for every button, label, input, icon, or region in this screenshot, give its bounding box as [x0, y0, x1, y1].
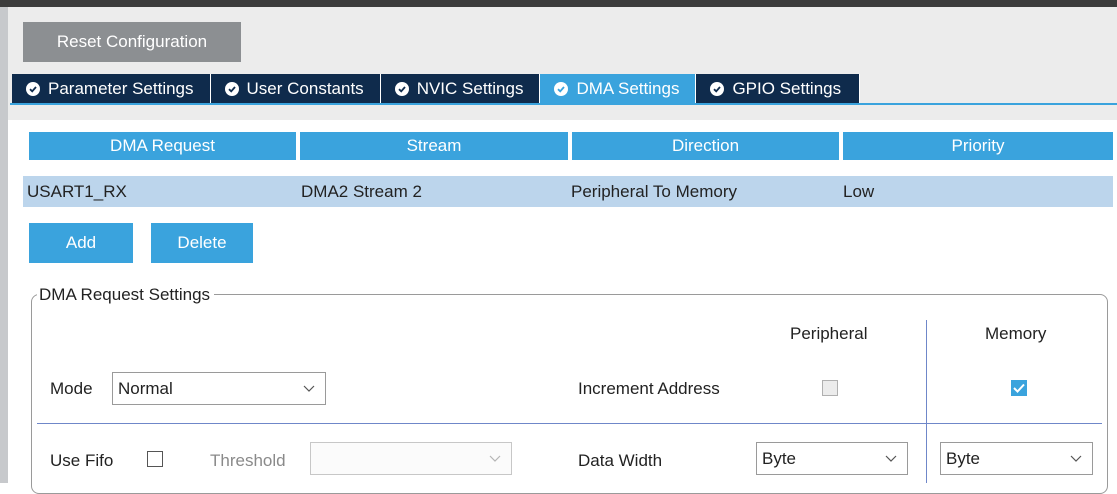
delete-button[interactable]: Delete — [151, 223, 253, 263]
column-header-stream[interactable]: Stream — [300, 132, 568, 160]
tab-label: GPIO Settings — [732, 79, 842, 98]
check-circle-icon — [394, 82, 409, 96]
tab-nvic-settings[interactable]: NVIC Settings — [380, 74, 541, 104]
memory-increment-checkbox[interactable] — [1011, 380, 1027, 396]
chevron-down-icon — [1070, 455, 1082, 462]
peripheral-data-width-select[interactable]: Byte — [756, 442, 908, 475]
memory-column-header: Memory — [985, 324, 1047, 343]
tab-label: DMA Settings — [576, 79, 680, 98]
column-header-direction[interactable]: Direction — [572, 132, 839, 160]
table-row[interactable]: USART1_RX DMA2 Stream 2 Peripheral To Me… — [23, 176, 1113, 207]
reset-configuration-button[interactable]: Reset Configuration — [23, 22, 241, 62]
check-circle-icon — [26, 82, 40, 96]
chevron-down-icon — [885, 455, 897, 462]
add-button[interactable]: Add — [29, 223, 133, 263]
check-circle-icon — [554, 82, 569, 96]
tab-user-constants[interactable]: User Constants — [210, 74, 381, 104]
column-divider — [926, 320, 927, 483]
cell-stream: DMA2 Stream 2 — [301, 182, 422, 201]
settings-tabbar: Parameter Settings User Constants NVIC S… — [12, 74, 861, 104]
chevron-down-icon — [489, 455, 501, 462]
data-width-label: Data Width — [578, 451, 663, 470]
threshold-select — [310, 442, 512, 475]
peripheral-increment-checkbox[interactable] — [822, 380, 838, 396]
mode-select[interactable]: Normal — [112, 372, 326, 405]
check-circle-icon — [710, 82, 725, 96]
window-title-bar — [0, 0, 1117, 7]
checkmark-icon — [1013, 383, 1025, 393]
increment-address-label: Increment Address — [578, 379, 720, 398]
use-fifo-label: Use Fifo — [50, 451, 114, 470]
peripheral-column-header: Peripheral — [790, 324, 868, 343]
tab-gpio-settings[interactable]: GPIO Settings — [696, 74, 861, 104]
tab-parameter-settings[interactable]: Parameter Settings — [12, 74, 211, 104]
tab-label: NVIC Settings — [416, 79, 524, 98]
threshold-label: Threshold — [210, 451, 286, 470]
check-circle-icon — [224, 82, 239, 96]
group-title: DMA Request Settings — [37, 284, 215, 306]
use-fifo-checkbox[interactable] — [147, 451, 163, 467]
peripheral-data-width-value: Byte — [762, 449, 797, 468]
mode-label: Mode — [50, 379, 93, 398]
cell-dma-request: USART1_RX — [27, 182, 127, 201]
tab-label: User Constants — [246, 79, 364, 98]
chevron-down-icon — [303, 385, 315, 392]
left-panel-edge — [0, 7, 8, 483]
mode-select-value: Normal — [118, 379, 173, 398]
column-header-priority[interactable]: Priority — [843, 132, 1113, 160]
tab-label: Parameter Settings — [48, 79, 194, 98]
tab-dma-settings[interactable]: DMA Settings — [540, 74, 697, 104]
column-header-dma-request[interactable]: DMA Request — [29, 132, 296, 160]
memory-data-width-value: Byte — [946, 449, 981, 468]
row-divider — [37, 423, 1102, 424]
cell-priority: Low — [843, 182, 875, 201]
memory-data-width-select[interactable]: Byte — [940, 442, 1093, 475]
cell-direction: Peripheral To Memory — [571, 182, 737, 201]
tab-underline — [10, 103, 1117, 105]
